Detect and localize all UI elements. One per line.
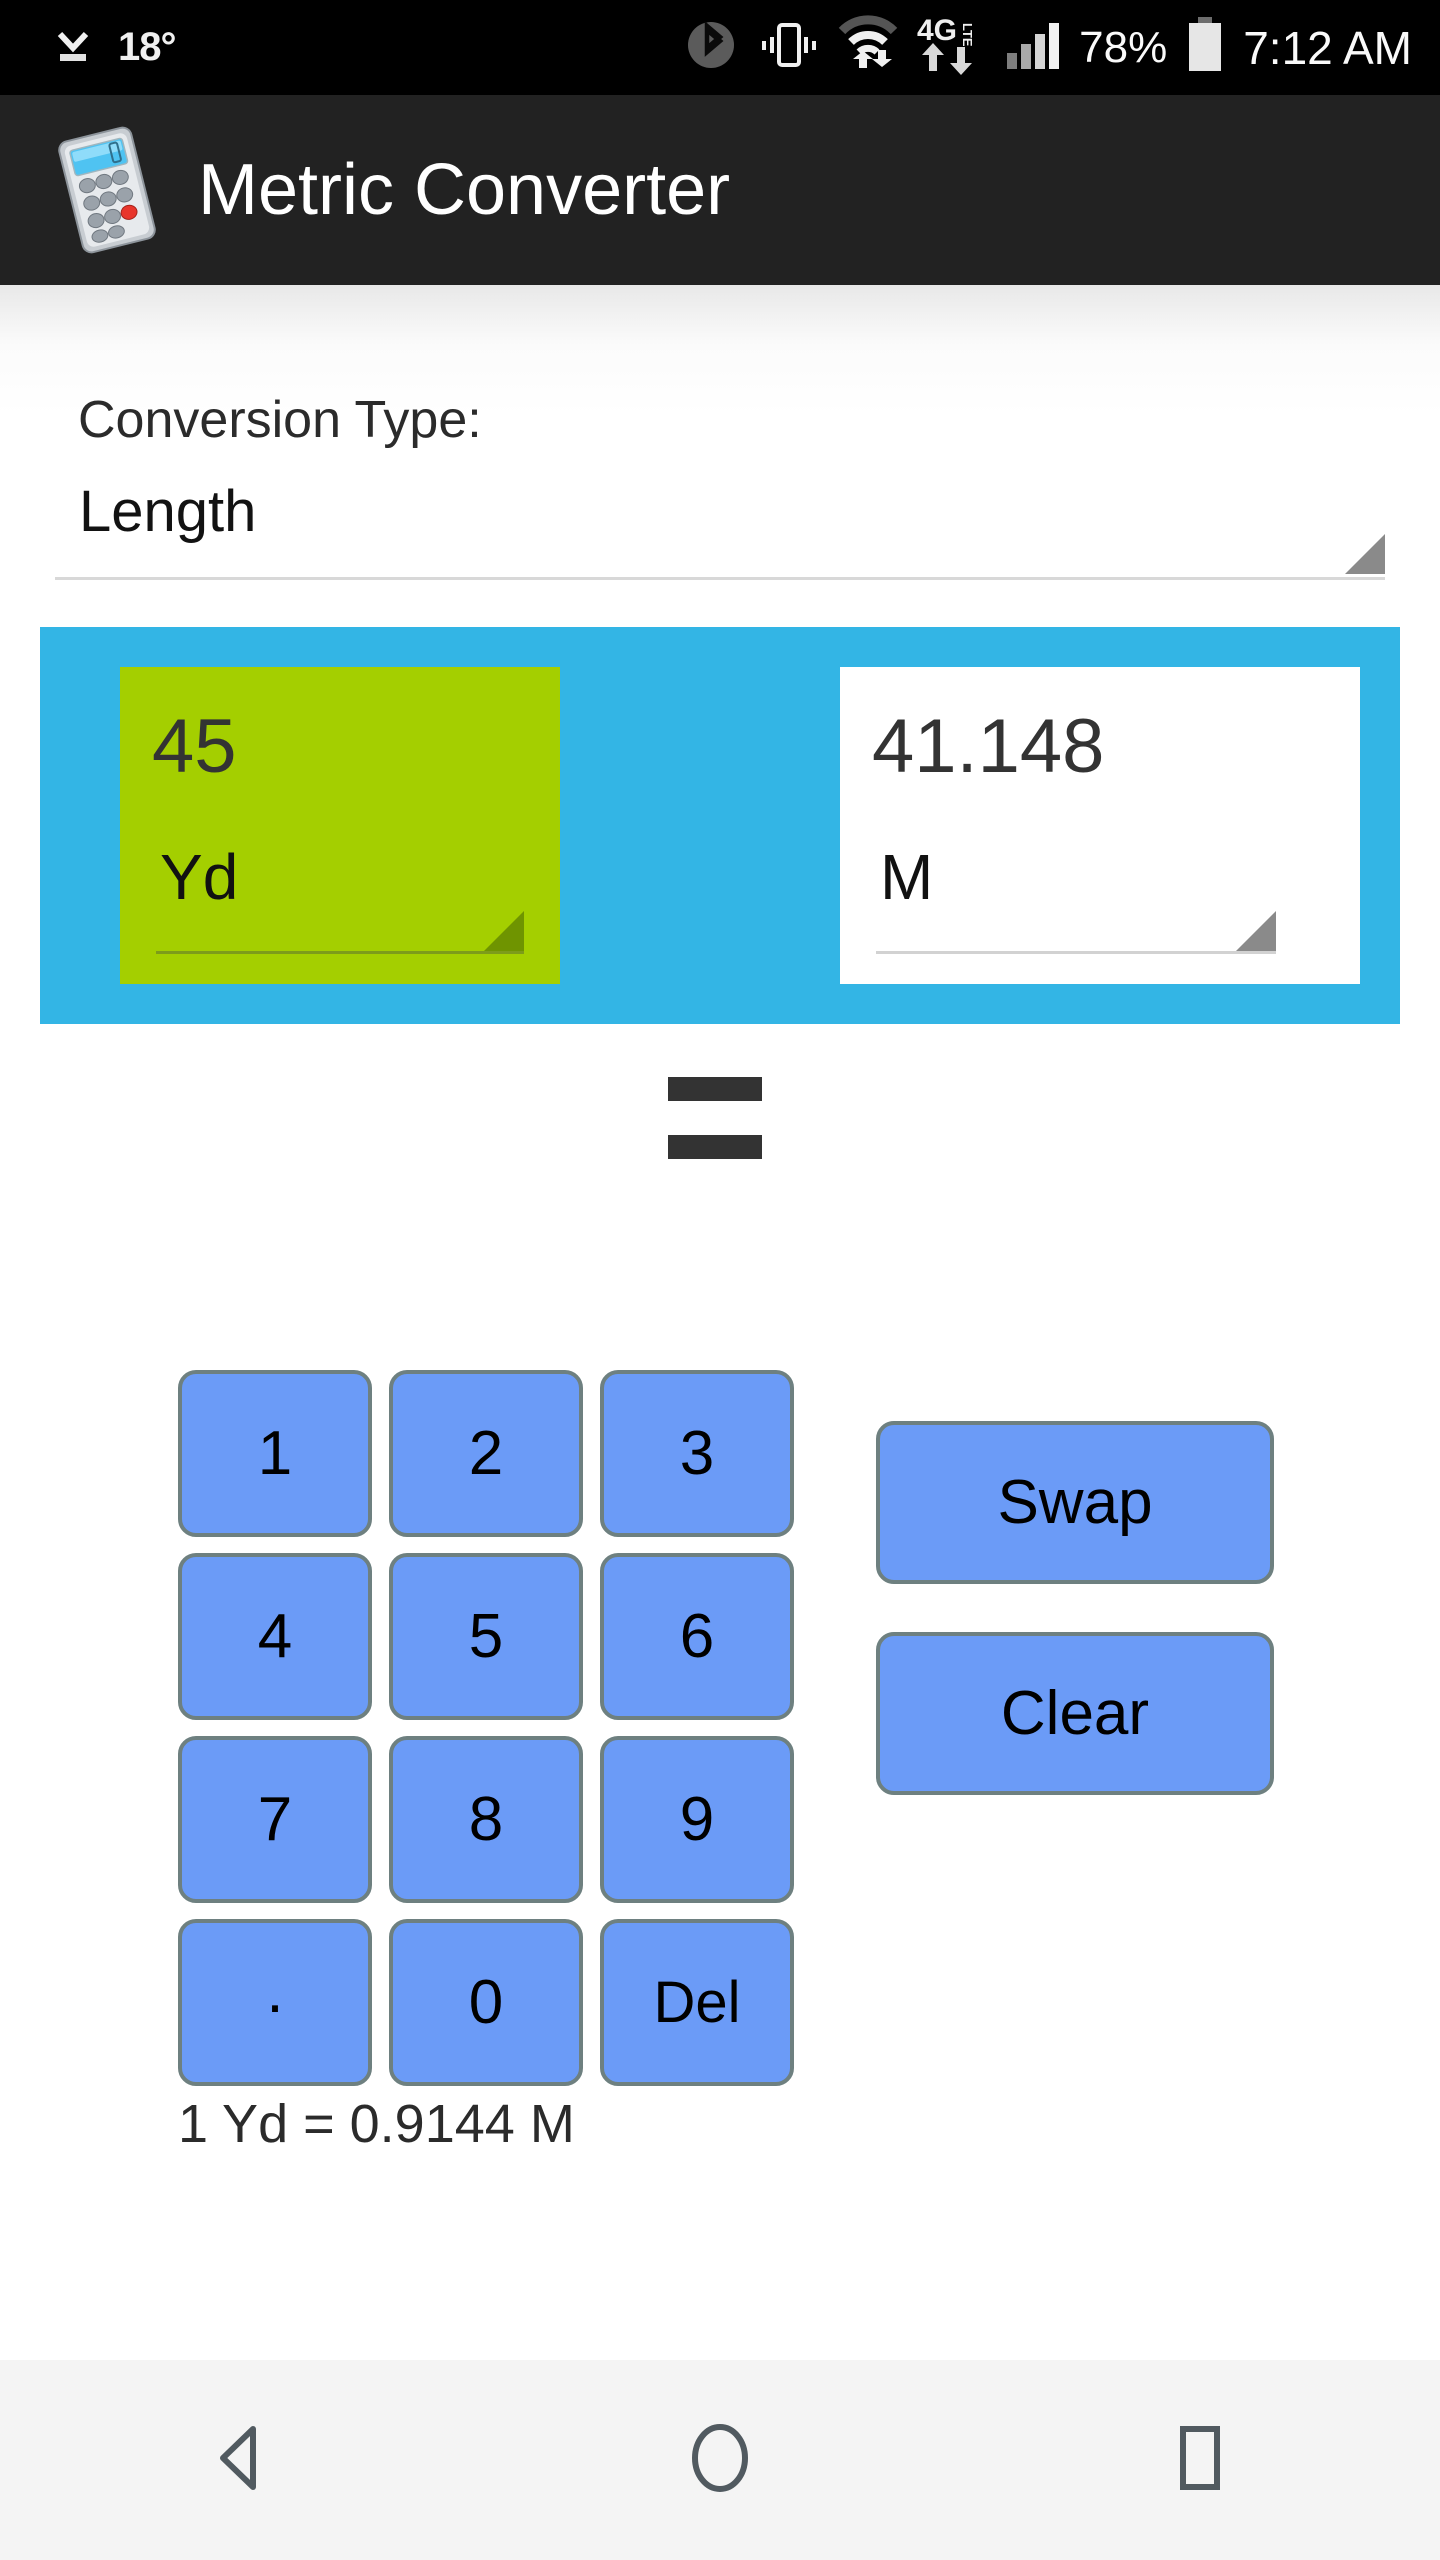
svg-text:4G: 4G xyxy=(917,15,957,47)
recents-square-icon xyxy=(1157,2415,1243,2506)
input-unit-value: Yd xyxy=(160,841,239,913)
navigation-bar xyxy=(0,2360,1440,2560)
dropdown-triangle-icon xyxy=(484,911,524,951)
svg-text:LTE: LTE xyxy=(960,23,975,47)
conversion-type-value: Length xyxy=(79,479,257,544)
key-5[interactable]: 5 xyxy=(389,1553,583,1720)
wifi-icon xyxy=(837,15,899,80)
conversion-type-label: Conversion Type: xyxy=(78,391,482,449)
back-triangle-icon xyxy=(197,2415,283,2506)
action-buttons: Swap Clear xyxy=(876,1421,1274,1795)
battery-icon xyxy=(1185,15,1225,80)
vibrate-icon xyxy=(757,17,819,78)
calculator-icon xyxy=(42,125,172,255)
input-box[interactable]: 45 Yd xyxy=(120,667,560,984)
input-value: 45 xyxy=(152,704,237,789)
home-circle-icon xyxy=(677,2415,763,2506)
key-delete[interactable]: Del xyxy=(600,1919,794,2086)
key-decimal[interactable]: . xyxy=(178,1919,372,2086)
phone-screen: 18° 4G LTE 78% 7:12 AM Metric Converter … xyxy=(0,0,1440,2560)
key-1[interactable]: 1 xyxy=(178,1370,372,1537)
back-button[interactable] xyxy=(140,2360,340,2560)
download-icon xyxy=(50,22,96,73)
output-box[interactable]: 41.148 M xyxy=(840,667,1360,984)
converter-panel: 45 Yd 41.148 M xyxy=(40,627,1400,1024)
output-value: 41.148 xyxy=(872,704,1105,789)
bluetooth-icon xyxy=(683,17,739,78)
conversion-formula-text: 1 Yd = 0.9144 M xyxy=(178,2094,575,2154)
dropdown-triangle-icon xyxy=(1345,534,1385,574)
conversion-type-spinner[interactable]: Length xyxy=(55,479,1385,580)
numeric-keypad: 1 2 3 4 5 6 7 8 9 . 0 Del xyxy=(178,1370,794,2086)
recents-button[interactable] xyxy=(1100,2360,1300,2560)
4g-lte-icon: 4G LTE xyxy=(917,14,987,80)
clock-text: 7:12 AM xyxy=(1243,21,1412,74)
key-3[interactable]: 3 xyxy=(600,1370,794,1537)
key-0[interactable]: 0 xyxy=(389,1919,583,2086)
temperature-text: 18° xyxy=(118,25,176,69)
key-4[interactable]: 4 xyxy=(178,1553,372,1720)
clear-button[interactable]: Clear xyxy=(876,1632,1274,1795)
key-8[interactable]: 8 xyxy=(389,1736,583,1903)
key-9[interactable]: 9 xyxy=(600,1736,794,1903)
status-bar-right: 4G LTE 78% 7:12 AM xyxy=(683,14,1440,80)
swap-button[interactable]: Swap xyxy=(876,1421,1274,1584)
status-bar: 18° 4G LTE 78% 7:12 AM xyxy=(0,0,1440,95)
main-content: Conversion Type: Length 45 Yd 41.148 M 1… xyxy=(0,285,1440,2360)
key-2[interactable]: 2 xyxy=(389,1370,583,1537)
input-unit-spinner[interactable]: Yd xyxy=(156,841,524,954)
key-6[interactable]: 6 xyxy=(600,1553,794,1720)
input-unit-underline xyxy=(156,951,524,954)
output-unit-spinner[interactable]: M xyxy=(876,841,1276,954)
output-unit-underline xyxy=(876,951,1276,954)
status-bar-left: 18° xyxy=(0,22,176,73)
equals-icon xyxy=(668,1077,762,1159)
app-bar: Metric Converter xyxy=(0,95,1440,285)
output-unit-value: M xyxy=(880,841,934,913)
battery-percent-text: 78% xyxy=(1079,22,1168,72)
app-title: Metric Converter xyxy=(198,150,731,230)
home-button[interactable] xyxy=(620,2360,820,2560)
signal-bars-icon xyxy=(1005,17,1061,78)
key-7[interactable]: 7 xyxy=(178,1736,372,1903)
dropdown-triangle-icon xyxy=(1236,911,1276,951)
